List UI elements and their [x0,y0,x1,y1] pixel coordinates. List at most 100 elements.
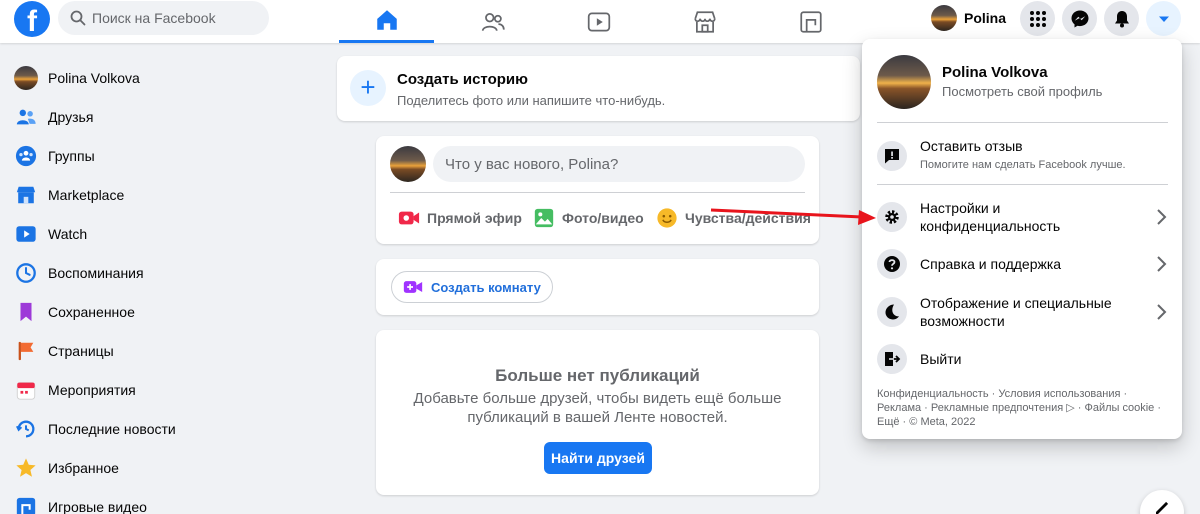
recent-news-icon [14,417,38,441]
give-feedback-subtitle: Помогите нам сделать Facebook лучше. [920,159,1126,171]
grid-menu-icon [1029,10,1046,27]
logout-icon [877,344,907,374]
new-message-button[interactable] [1140,490,1184,514]
question-icon [877,249,907,279]
menu-profile-name[interactable]: Polina Volkova [942,64,1048,81]
sidebar-item-label: Страницы [48,342,114,359]
sidebar-item-label: Воспоминания [48,264,144,281]
sidebar-item-marketplace[interactable]: Marketplace [0,175,330,214]
caret-down-icon [1158,16,1169,22]
favorites-icon [14,456,38,480]
tab-friends[interactable] [445,0,540,43]
sidebar-item-memories[interactable]: Воспоминания [0,253,330,292]
marketplace-icon [14,183,38,207]
moon-icon [877,297,907,327]
feeling-activity-button[interactable]: Чувства/действия [656,206,811,230]
live-video-icon [398,211,420,225]
photo-video-button[interactable]: Фото/видео [533,206,644,230]
feedback-icon [877,140,907,171]
menu-button[interactable] [1020,1,1055,36]
feeling-activity-label: Чувства/действия [685,210,811,226]
sidebar-item-label: Друзья [48,108,94,125]
account-menu: Polina Volkova Посмотреть свой профиль О… [862,39,1182,439]
help-support-label: Справка и поддержка [920,256,1062,272]
chevron-right-icon [1157,209,1167,225]
chevron-right-icon [1157,304,1167,320]
compose-icon [1156,501,1169,514]
messenger-button[interactable] [1062,1,1097,36]
left-sidebar: Polina Volkova Друзья Группы Marketplace… [0,58,330,514]
watch-tab-icon [587,11,610,32]
create-room-button[interactable]: Создать комнату [391,271,553,303]
friends-tab-icon [481,12,505,31]
find-friends-button[interactable]: Найти друзей [544,442,652,474]
settings-privacy-item[interactable]: Настройки и конфиденциальность [877,199,1168,235]
sidebar-item-friends[interactable]: Друзья [0,97,330,136]
sidebar-item-favorites[interactable]: Избранное [0,448,330,487]
search-box[interactable] [58,1,269,35]
watch-icon [14,222,38,246]
sidebar-item-profile[interactable]: Polina Volkova [0,58,330,97]
sidebar-item-saved[interactable]: Сохраненное [0,292,330,331]
sidebar-item-label: Сохраненное [48,303,135,320]
sidebar-item-events[interactable]: Мероприятия [0,370,330,409]
sidebar-item-label: Избранное [48,459,119,476]
avatar [390,146,426,182]
events-icon [14,378,38,402]
marketplace-tab-icon [693,10,716,33]
view-profile-link[interactable]: Посмотреть свой профиль [942,84,1102,99]
tab-watch[interactable] [551,0,646,43]
give-feedback-text: Оставить отзыв Помогите нам сделать Face… [920,137,1168,174]
post-composer: Прямой эфир Фото/видео Чувства/действия [376,136,819,244]
sidebar-item-label: Marketplace [48,186,125,203]
divider [390,192,805,193]
display-accessibility-item[interactable]: Отображение и специальные возможности [877,294,1168,330]
groups-icon [14,144,38,168]
search-input[interactable] [92,10,262,26]
sidebar-item-label: Группы [48,147,95,164]
footer-links[interactable]: Конфиденциальность · Условия использован… [877,387,1172,429]
sidebar-item-label: Игровые видео [48,498,147,514]
notifications-button[interactable] [1104,1,1139,36]
sidebar-item-gaming-video[interactable]: Игровые видео [0,487,330,514]
sidebar-item-label: Последние новости [48,420,176,437]
sidebar-item-pages[interactable]: Страницы [0,331,330,370]
give-feedback-item[interactable]: Оставить отзыв Помогите нам сделать Face… [877,137,1168,174]
live-video-label: Прямой эфир [427,210,522,226]
friends-icon [14,105,38,129]
top-navigation-bar: f Polina [0,0,1200,43]
whats-new-input[interactable] [433,146,805,182]
home-icon [376,10,397,30]
avatar[interactable] [877,55,931,109]
logout-label: Выйти [920,351,962,367]
messenger-icon [1071,10,1088,27]
sidebar-item-recent-news[interactable]: Последние новости [0,409,330,448]
help-support-item[interactable]: Справка и поддержка [877,249,1168,279]
profile-shortcut-name: Polina [964,10,1007,26]
video-plus-icon [403,281,423,293]
gear-icon [877,202,907,232]
logout-item[interactable]: Выйти [877,344,1168,374]
sidebar-item-groups[interactable]: Группы [0,136,330,175]
tab-gaming[interactable] [763,0,858,43]
create-story-card[interactable]: + Создать историю Поделитесь фото или на… [337,56,860,121]
divider [877,122,1168,123]
pages-icon [14,339,38,363]
create-room-card: Создать комнату [376,259,819,315]
tab-home[interactable] [339,0,434,43]
profile-shortcut[interactable]: Polina [931,4,1014,32]
account-dropdown-button[interactable] [1146,1,1181,36]
chevron-right-icon [1157,256,1167,272]
tab-marketplace[interactable] [657,0,752,43]
photo-video-label: Фото/видео [562,210,644,226]
live-video-button[interactable]: Прямой эфир [398,206,522,230]
sidebar-item-watch[interactable]: Watch [0,214,330,253]
display-accessibility-label: Отображение и специальные возможности [920,295,1112,329]
create-story-title: Создать историю [397,71,528,88]
facebook-logo[interactable]: f [14,1,50,37]
no-more-posts-text: Добавьте больше друзей, чтобы видеть ещё… [413,390,782,426]
divider [877,184,1168,185]
gaming-video-icon [14,495,38,514]
sidebar-item-label: Polina Volkova [48,69,140,86]
avatar [931,5,957,31]
